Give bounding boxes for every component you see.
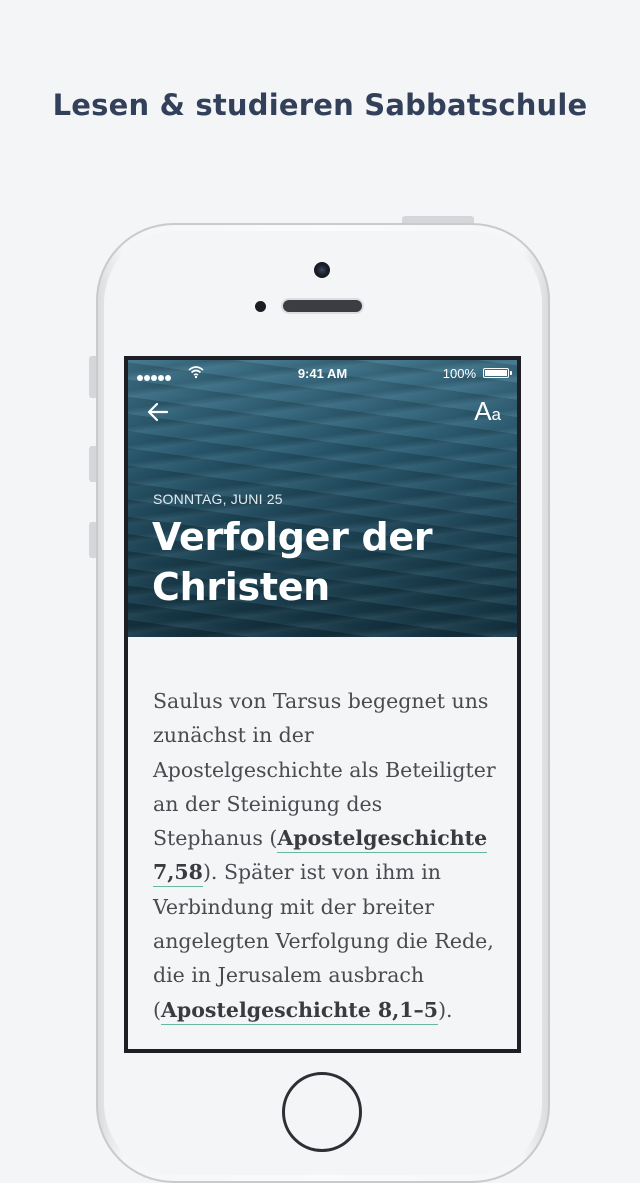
font-size-big-letter: A (474, 396, 492, 426)
back-arrow-icon[interactable] (146, 400, 170, 424)
body-text-part-3: ). (438, 997, 453, 1022)
lesson-title: Verfolger der Christen (152, 512, 512, 612)
front-camera (314, 262, 330, 278)
lesson-date: SONNTAG, JUNI 25 (153, 491, 283, 507)
lesson-body-text: Saulus von Tarsus begegnet uns zunächst … (153, 684, 498, 1027)
lesson-title-line-2: Christen (152, 565, 330, 609)
font-size-button[interactable]: Aa (474, 398, 501, 428)
battery-percentage: 100% (442, 366, 476, 381)
battery-icon (483, 368, 512, 378)
home-button[interactable] (282, 1072, 362, 1152)
phone-screen: 9:41 AM 100% Aa SONNTAG, JUNI 25 Verfolg… (124, 356, 521, 1053)
promo-title: Lesen & studieren Sabbatschule (52, 88, 588, 122)
earpiece-speaker (283, 300, 362, 312)
proximity-sensor (255, 301, 266, 312)
font-size-small-letter: a (491, 405, 501, 424)
lesson-title-line-1: Verfolger der (152, 515, 433, 559)
bible-reference-link[interactable]: Apostelgeschichte 8,1–5 (161, 997, 439, 1025)
lesson-hero-image: 9:41 AM 100% Aa SONNTAG, JUNI 25 Verfolg… (128, 360, 517, 637)
status-bar: 9:41 AM 100% (128, 360, 517, 386)
